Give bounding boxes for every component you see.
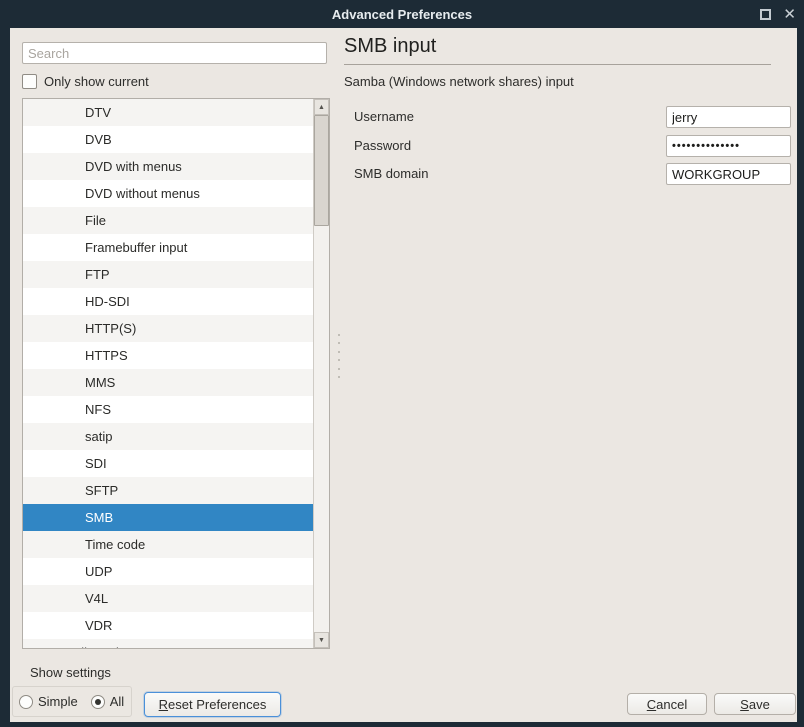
tree-item[interactable]: V4L [23,585,329,612]
tree-item[interactable]: SMB [23,504,329,531]
radio-all-icon[interactable] [91,695,105,709]
tree-item[interactable]: File [23,207,329,234]
expander-icon[interactable]: ▸ [47,639,52,649]
password-input[interactable] [666,135,791,157]
tree-item[interactable]: VDR [23,612,329,639]
tree-item[interactable]: SDI [23,450,329,477]
category-tree[interactable]: DTVDVBDVD with menusDVD without menusFil… [22,98,330,649]
window-title: Advanced Preferences [332,7,472,22]
smb-domain-field-row: SMB domain [354,163,791,185]
window-content: Only show current DTVDVBDVD with menusDV… [10,28,797,722]
tree-item[interactable]: HTTP(S) [23,315,329,342]
show-settings-radio-group: Simple All [12,686,132,717]
close-icon[interactable]: ✕ [783,7,796,22]
radio-all-label: All [110,694,124,709]
tree-item[interactable]: SFTP [23,477,329,504]
scrollbar-thumb[interactable] [314,115,329,226]
only-show-current-checkbox[interactable] [22,74,37,89]
radio-option-simple[interactable]: Simple [19,694,78,709]
username-label: Username [354,109,414,124]
tree-scrollbar[interactable]: ▲ ▼ [313,99,329,648]
radio-simple-label: Simple [38,694,78,709]
tree-item-partial[interactable]: ▸Audio codecs [23,639,329,649]
tree-item[interactable]: HTTPS [23,342,329,369]
tree-item[interactable]: MMS [23,369,329,396]
title-separator [344,64,771,65]
password-field-row: Password [354,135,791,157]
password-label: Password [354,138,411,153]
tree-item[interactable]: Time code [23,531,329,558]
show-settings-label: Show settings [30,665,111,680]
tree-item[interactable]: DVD with menus [23,153,329,180]
maximize-icon[interactable] [760,9,771,20]
radio-option-all[interactable]: All [91,694,124,709]
radio-simple-icon[interactable] [19,695,33,709]
tree-item[interactable]: FTP [23,261,329,288]
page-subtitle: Samba (Windows network shares) input [344,74,574,89]
titlebar: Advanced Preferences ✕ [0,0,804,28]
username-input[interactable] [666,106,791,128]
tree-item[interactable]: satip [23,423,329,450]
page-title: SMB input [344,35,436,58]
tree-item[interactable]: DVD without menus [23,180,329,207]
smb-domain-label: SMB domain [354,166,428,181]
search-input[interactable] [22,42,327,64]
only-show-current-label: Only show current [44,74,149,89]
username-field-row: Username [354,106,791,128]
scroll-down-icon[interactable]: ▼ [314,632,329,648]
tree-item[interactable]: Framebuffer input [23,234,329,261]
tree-rows: DTVDVBDVD with menusDVD without menusFil… [23,99,329,648]
tree-item[interactable]: UDP [23,558,329,585]
tree-item[interactable]: HD-SDI [23,288,329,315]
smb-domain-input[interactable] [666,163,791,185]
cancel-button[interactable]: Cancel [627,693,707,715]
tree-item[interactable]: DTV [23,99,329,126]
save-button[interactable]: Save [714,693,796,715]
tree-item[interactable]: DVB [23,126,329,153]
tree-item[interactable]: NFS [23,396,329,423]
reset-preferences-button[interactable]: Reset Preferences [144,692,281,717]
panel-splitter-handle[interactable] [337,334,341,378]
scroll-up-icon[interactable]: ▲ [314,99,329,115]
